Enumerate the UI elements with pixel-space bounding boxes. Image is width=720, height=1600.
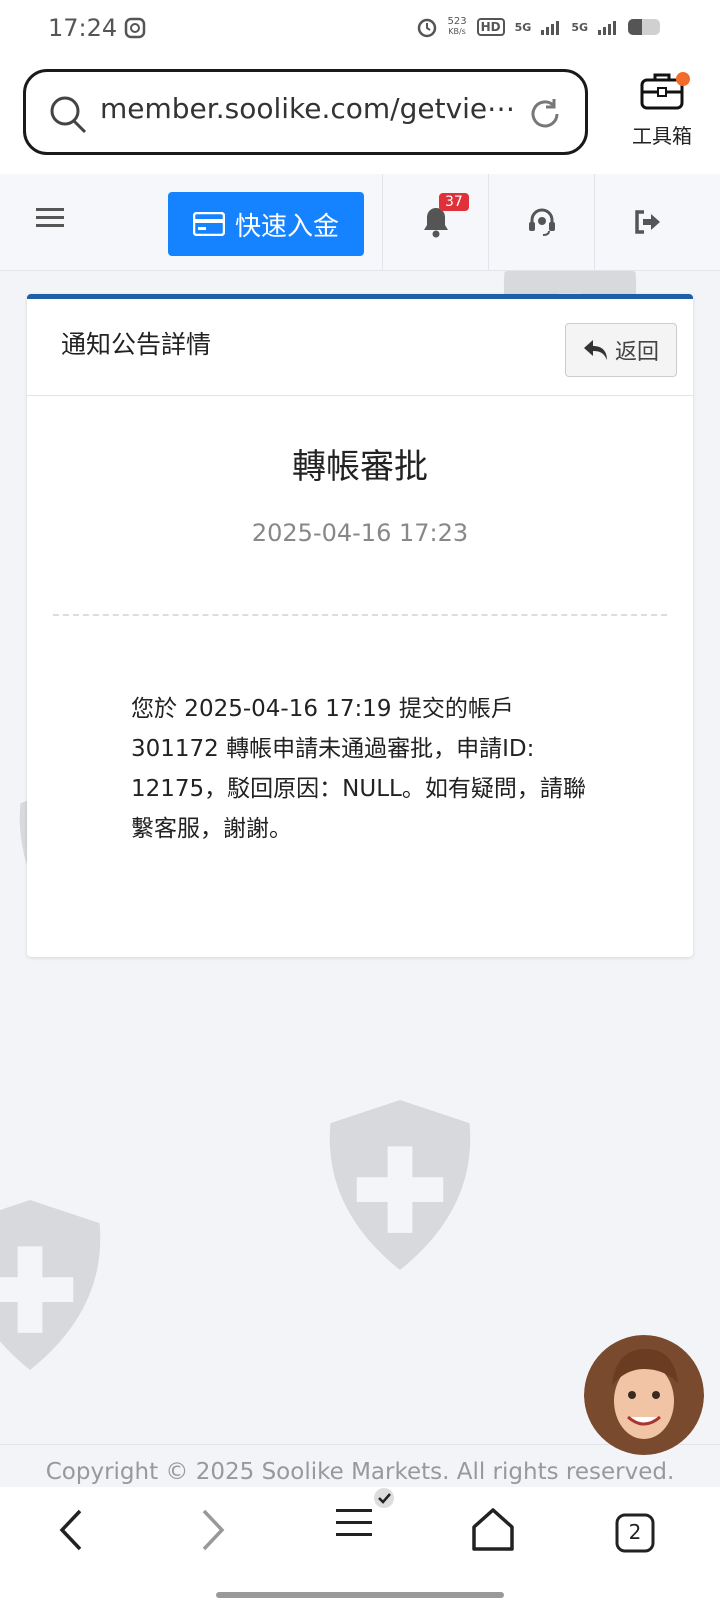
toolbox-notification-dot (676, 72, 690, 86)
notifications-button[interactable]: 37 (382, 174, 489, 270)
home-icon[interactable] (470, 1505, 516, 1555)
reload-icon[interactable] (527, 96, 563, 132)
url-text[interactable]: member.soolike.com/getvie⋯ (100, 92, 515, 125)
menu-icon[interactable] (36, 206, 64, 230)
tabs-button[interactable]: 2 (615, 1513, 655, 1553)
support-button[interactable] (488, 174, 595, 270)
back-arrow-icon[interactable] (56, 1505, 86, 1555)
card-title: 通知公告詳情 (61, 330, 212, 359)
headset-icon (529, 208, 555, 236)
signal-5g-2: 5G (571, 20, 588, 34)
back-label: 返回 (614, 340, 659, 365)
reply-icon (583, 340, 607, 360)
app-header: 快速入金 37 (0, 174, 720, 271)
notification-app-icon (124, 17, 146, 39)
forward-arrow-icon[interactable] (198, 1505, 228, 1555)
notice-title: 轉帳審批 (292, 447, 428, 487)
signal-bars-icon (541, 21, 560, 35)
menu-lines-icon (336, 1488, 394, 1536)
toolbox-button[interactable]: 工具箱 (612, 70, 712, 149)
battery-icon (628, 19, 660, 35)
notice-date: 2025-04-16 17:23 (251, 519, 469, 547)
menu-button[interactable] (334, 1487, 394, 1561)
status-bar: 17:24 523 KB/s HD 5G 5G (0, 0, 720, 58)
quick-deposit-button[interactable]: 快速入金 (168, 192, 364, 256)
quick-deposit-label: 快速入金 (234, 211, 339, 242)
network-speed: 523 KB/s (447, 16, 467, 37)
hd-voice-badge: HD (476, 18, 505, 36)
divider (53, 614, 667, 616)
logout-button[interactable] (594, 174, 701, 270)
tabs-count: 2 (628, 1520, 642, 1544)
status-time: 17:24 (48, 14, 118, 42)
watermark-shield-icon (0, 1200, 101, 1370)
home-indicator[interactable] (216, 1592, 504, 1598)
search-icon (50, 96, 87, 134)
notice-detail-card: 通知公告詳情 返回 轉帳審批 2025-04-16 17:23 您於 2025-… (27, 294, 693, 957)
card-icon (192, 212, 225, 236)
back-button[interactable]: 返回 (565, 323, 677, 377)
address-bar[interactable]: member.soolike.com/getvie⋯ (23, 69, 588, 155)
support-chat-avatar[interactable] (584, 1335, 704, 1455)
signal-bars-icon (598, 21, 616, 35)
card-header: 通知公告詳情 返回 (27, 299, 693, 396)
watermark-shield-icon (329, 1100, 471, 1270)
browser-bottom-nav: 2 (0, 1487, 720, 1600)
status-icons: 523 KB/s HD 5G 5G (416, 16, 660, 38)
logout-icon (635, 210, 660, 234)
notice-body: 您於 2025-04-16 17:19 提交的帳戶 301172 轉帳申請未通過… (131, 696, 586, 842)
signal-5g-1: 5G (514, 20, 532, 34)
toolbox-label: 工具箱 (632, 124, 692, 148)
alarm-icon (417, 18, 436, 38)
notification-count-badge: 37 (439, 193, 469, 211)
browser-toolbar: member.soolike.com/getvie⋯ 工具箱 (0, 58, 720, 174)
